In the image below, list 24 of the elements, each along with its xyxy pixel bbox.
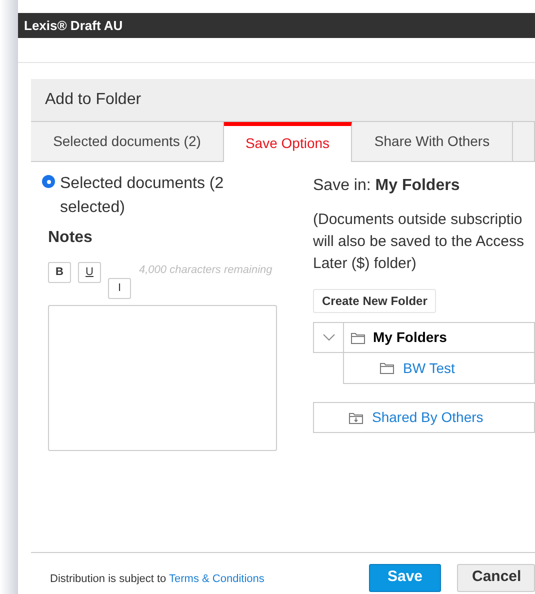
notes-heading: Notes	[48, 228, 94, 248]
collapse-icon[interactable]	[322, 334, 334, 341]
tab[interactable]: Selected documents (2)	[31, 122, 224, 162]
radio-label: Selected documents (2 selected)	[60, 174, 225, 218]
notes-field[interactable]	[48, 305, 277, 451]
cancel-button[interactable]: Cancel	[457, 564, 535, 592]
window-title: Lexis® Draft AU	[24, 16, 123, 35]
format-button[interactable]: I	[108, 278, 131, 299]
tab[interactable]: Save Options	[224, 122, 352, 162]
radio-button[interactable]	[42, 175, 55, 188]
create-folder-button[interactable]: Create New Folder	[313, 289, 436, 313]
folder-icon	[351, 332, 365, 344]
terms-link[interactable]: Terms & Conditions	[169, 573, 264, 586]
distribution-note: Distribution is subject to Terms & Conditions	[50, 572, 266, 588]
folder-icon	[380, 362, 394, 374]
shared-folder-icon	[349, 412, 363, 424]
format-button[interactable]: U	[78, 262, 101, 283]
tab[interactable]: Share With Others	[352, 122, 513, 162]
save-note: (Documents outside subscriptio will also be saved to the Access Later ($) folder)	[313, 210, 525, 274]
format-button[interactable]: B	[48, 262, 71, 283]
dialog-title: Add to Folder	[45, 90, 142, 110]
save-location: Save in: My Folders	[313, 176, 461, 196]
tree-item[interactable]: BW Test	[403, 358, 455, 378]
character-count: 4,000 characters remaining	[139, 263, 272, 278]
